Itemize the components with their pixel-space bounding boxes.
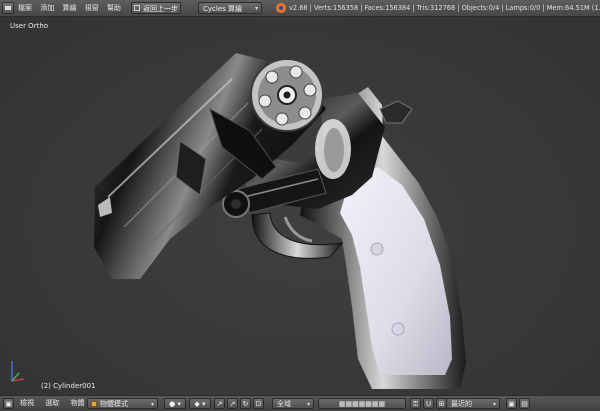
view-mode-label: User Ortho xyxy=(10,22,49,30)
menu-add[interactable]: 添加 xyxy=(40,0,54,16)
snap-target-select[interactable]: 最近的 ▾ xyxy=(446,398,500,409)
pivot-icon: ◆ xyxy=(194,400,200,408)
3d-viewport[interactable]: User Ortho (2) Cylinder001 xyxy=(0,17,600,395)
rotate-icon: ↻ xyxy=(242,400,249,408)
magnet-icon: U xyxy=(425,400,432,408)
menu-render[interactable]: 算繪 xyxy=(62,0,76,16)
snap-element-icon: ⊞ xyxy=(438,400,445,408)
view-menu-bar: 檢視 選取 物體 xyxy=(20,396,93,411)
3d-view-header: ▣ 檢視 選取 物體 物體模式 ▾ ● ▾ ◆ ▾ ↗ ↗ ↻ ⊡ 全域 ▾ ▦▦▦… xyxy=(0,395,600,411)
back-to-previous-button[interactable]: 返回上一步 xyxy=(131,2,181,14)
layers-icon: ▦ xyxy=(338,400,346,408)
blender-logo-icon xyxy=(276,3,286,13)
menu-icon xyxy=(5,6,11,10)
manipulator-toggle[interactable]: ↗ xyxy=(214,398,225,409)
revolver-render xyxy=(94,53,466,389)
menu-help[interactable]: 幫助 xyxy=(107,0,121,16)
axis-gizmo-icon xyxy=(11,361,25,382)
scale-manipulator-button[interactable]: ⊡ xyxy=(253,398,264,409)
snap-toggle[interactable]: U xyxy=(423,398,434,409)
menu-object[interactable]: 物體 xyxy=(70,396,84,411)
lock-icon: ⚿ xyxy=(412,400,419,408)
cube-icon: ▣ xyxy=(5,400,12,408)
chevron-down-icon: ▾ xyxy=(306,401,310,408)
info-header: 檔案 添加 算繪 視窗 幫助 返回上一步 Cycles 算繪 ▾ v2.66 | … xyxy=(0,0,600,17)
editor-type-3dview-button[interactable]: ▣ xyxy=(3,398,14,409)
main-menu: 檔案 添加 算繪 視窗 幫助 xyxy=(18,0,127,16)
manipulator-icon: ↗ xyxy=(216,400,223,408)
screen-icon xyxy=(134,5,140,11)
active-object-label: (2) Cylinder001 xyxy=(41,382,96,390)
menu-view[interactable]: 檢視 xyxy=(20,396,34,411)
pivot-point-select[interactable]: ◆ ▾ xyxy=(189,398,211,409)
chevron-down-icon: ▾ xyxy=(254,5,258,12)
camera-icon: ▣ xyxy=(508,400,515,408)
film-icon: ▤ xyxy=(521,400,528,408)
layers-grid[interactable]: ▦▦▦▦▦▦▦ xyxy=(318,398,406,409)
editor-type-button[interactable] xyxy=(2,2,14,14)
menu-window[interactable]: 視窗 xyxy=(85,0,99,16)
scale-icon: ⊡ xyxy=(255,400,262,408)
lock-layers-button[interactable]: ⚿ xyxy=(410,398,421,409)
translate-manipulator-button[interactable]: ↗ xyxy=(227,398,238,409)
scene-stats: v2.66 | Verts:156358 | Faces:156384 | Tr… xyxy=(289,4,600,12)
object-mode-icon xyxy=(91,401,97,407)
chevron-down-icon: ▾ xyxy=(150,401,154,408)
transform-orientation-select[interactable]: 全域 ▾ xyxy=(272,398,314,409)
viewport-shading-select[interactable]: ● ▾ xyxy=(164,398,186,409)
opengl-render-button[interactable]: ▣ xyxy=(506,398,517,409)
render-engine-select[interactable]: Cycles 算繪 ▾ xyxy=(198,2,262,14)
rotate-manipulator-button[interactable]: ↻ xyxy=(240,398,251,409)
shading-solid-icon: ● xyxy=(169,400,176,408)
interaction-mode-select[interactable]: 物體模式 ▾ xyxy=(87,398,158,409)
chevron-down-icon: ▾ xyxy=(492,401,496,408)
menu-file[interactable]: 檔案 xyxy=(18,0,32,16)
opengl-animation-button[interactable]: ▤ xyxy=(519,398,530,409)
menu-select[interactable]: 選取 xyxy=(45,396,59,411)
translate-icon: ↗ xyxy=(229,400,236,408)
